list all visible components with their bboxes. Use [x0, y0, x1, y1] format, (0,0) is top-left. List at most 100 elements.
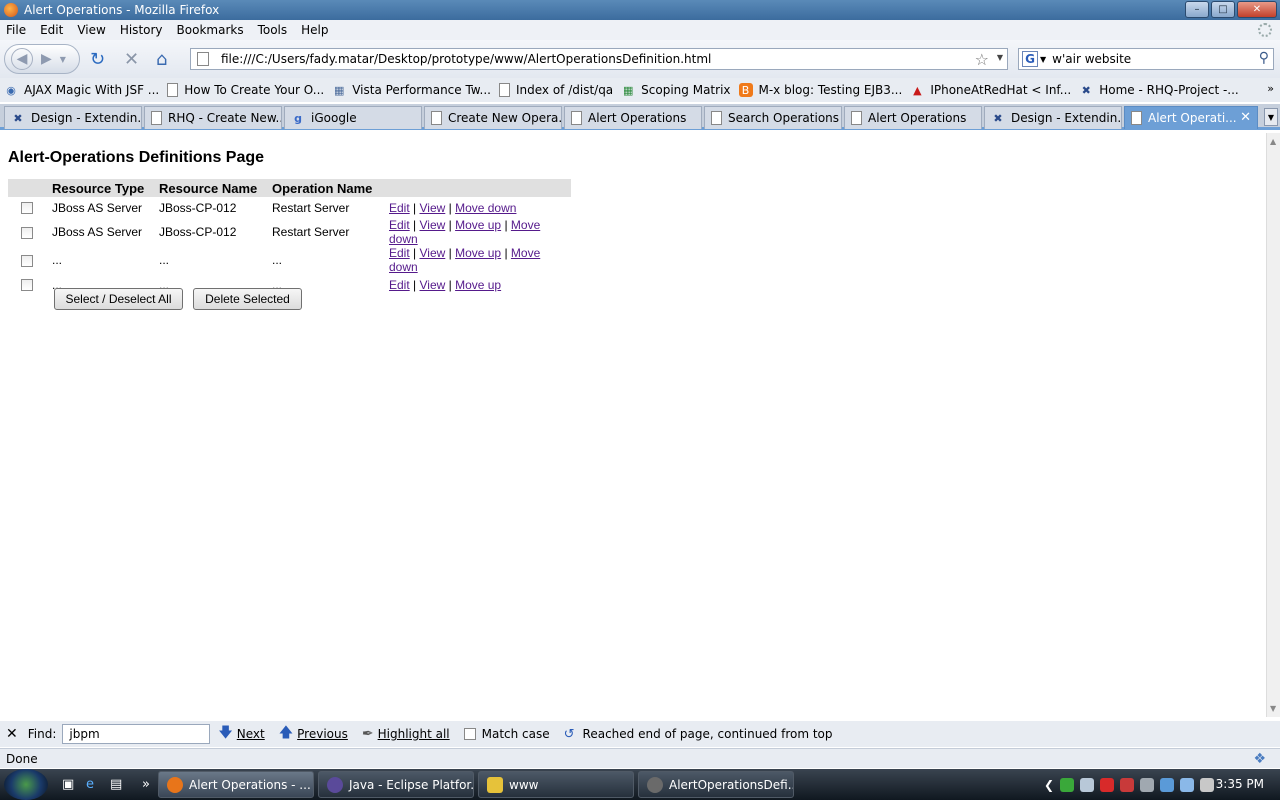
taskbar-item-firefox[interactable]: Alert Operations - ... [158, 771, 314, 798]
tray-app-icon[interactable] [1100, 777, 1115, 792]
row-checkbox[interactable] [21, 202, 33, 215]
page-icon [167, 83, 179, 97]
scroll-up-icon[interactable]: ▲ [1270, 137, 1276, 146]
tray-security-icon[interactable] [1120, 777, 1135, 792]
bookmark-item[interactable]: ▦ Scoping Matrix [621, 83, 731, 97]
menu-view[interactable]: View [77, 23, 105, 37]
menu-history[interactable]: History [120, 23, 163, 37]
vertical-scrollbar[interactable]: ▲ ▼ [1266, 133, 1280, 717]
edit-link[interactable]: Edit [389, 246, 410, 260]
taskbar-item-eclipse[interactable]: Java - Eclipse Platfor... [318, 771, 474, 798]
url-dropdown-icon[interactable]: ▼ [997, 53, 1003, 62]
scroll-down-icon[interactable]: ▼ [1270, 704, 1276, 713]
move-down-link[interactable]: Move down [455, 201, 516, 215]
find-input[interactable]: jbpm [62, 724, 211, 744]
status-bar: Done ❖ [0, 748, 1280, 768]
history-dropdown-icon[interactable]: ▼ [60, 55, 66, 64]
internet-explorer-icon[interactable]: e [86, 777, 94, 792]
view-link[interactable]: View [419, 218, 445, 232]
menu-tools[interactable]: Tools [258, 23, 288, 37]
reload-button[interactable]: ↻ [90, 49, 105, 70]
switch-windows-icon[interactable]: ▤ [110, 777, 122, 792]
tab-list-dropdown-icon[interactable]: ▼ [1264, 108, 1278, 126]
tray-device-icon[interactable] [1140, 777, 1155, 792]
tab-design-extending[interactable]: ✖ Design - Extendin... [984, 106, 1122, 129]
tray-volume-icon[interactable] [1200, 777, 1215, 792]
taskbar-item-explorer-www[interactable]: www [478, 771, 634, 798]
tab-alert-operations[interactable]: Alert Operations [564, 106, 702, 129]
search-input[interactable]: w'air website [1052, 52, 1131, 66]
row-checkbox[interactable] [21, 279, 33, 292]
google-search-engine-icon[interactable]: G [1022, 51, 1038, 67]
match-case-checkbox[interactable]: Match case [463, 727, 550, 741]
quick-launch-more-icon[interactable]: » [142, 777, 150, 792]
bookmark-item[interactable]: ✖ Home - RHQ-Project -... [1079, 83, 1239, 97]
move-up-link[interactable]: Move up [455, 246, 501, 260]
tab-alert-operations-active[interactable]: Alert Operati... ✕ [1124, 106, 1258, 129]
view-link[interactable]: View [419, 201, 445, 215]
search-engine-dropdown-icon[interactable]: ▼ [1040, 55, 1046, 64]
minimize-button[interactable]: – [1185, 1, 1209, 18]
find-next-button[interactable]: 🡇 Next [218, 722, 264, 746]
tab-search-operations[interactable]: Search Operations [704, 106, 842, 129]
find-status: ↺ Reached end of page, continued from to… [563, 726, 833, 742]
stop-button[interactable]: ✕ [124, 49, 139, 70]
tray-messenger-icon[interactable] [1060, 777, 1075, 792]
menu-edit[interactable]: Edit [40, 23, 63, 37]
tab-igoogle[interactable]: g iGoogle [284, 106, 422, 129]
start-button[interactable] [4, 769, 48, 800]
close-findbar-icon[interactable]: ✕ [6, 726, 18, 742]
back-button[interactable]: ◀ [11, 48, 33, 70]
arrow-down-icon: 🡇 [218, 725, 233, 741]
tray-wifi-icon[interactable] [1180, 777, 1195, 792]
tab-alert-operations[interactable]: Alert Operations [844, 106, 982, 129]
row-checkbox[interactable] [21, 254, 33, 267]
delete-selected-button[interactable]: Delete Selected [193, 288, 302, 310]
move-up-link[interactable]: Move up [455, 278, 501, 292]
bookmark-item[interactable]: Index of /dist/qa [498, 83, 613, 97]
tab-design-extending[interactable]: ✖ Design - Extendin... [4, 106, 142, 129]
select-deselect-all-button[interactable]: Select / Deselect All [54, 288, 183, 310]
edit-link[interactable]: Edit [389, 218, 410, 232]
edit-link[interactable]: Edit [389, 278, 410, 292]
search-magnifier-icon[interactable]: ⚲ [1259, 50, 1269, 66]
menu-file[interactable]: File [6, 23, 26, 37]
more-bookmarks-icon[interactable]: » [1267, 82, 1274, 95]
close-tab-icon[interactable]: ✕ [1240, 110, 1251, 125]
bookmark-star-icon[interactable]: ☆ [975, 50, 989, 69]
confluence-icon: ✖ [1081, 83, 1091, 97]
maximize-button[interactable]: □ [1211, 1, 1235, 18]
bookmark-item[interactable]: ▲ IPhoneAtRedHat < Inf... [910, 83, 1071, 97]
address-bar[interactable]: file:///C:/Users/fady.matar/Desktop/prot… [190, 48, 1008, 70]
highlight-all-button[interactable]: ✒ Highlight all [362, 726, 450, 742]
bookmark-item[interactable]: How To Create Your O... [167, 83, 324, 97]
cell-resource-type: JBoss AS Server [52, 225, 143, 239]
tray-expand-icon[interactable]: ❮ [1044, 778, 1054, 792]
taskbar-clock[interactable]: 3:35 PM [1216, 777, 1264, 791]
view-link[interactable]: View [419, 278, 445, 292]
move-up-link[interactable]: Move up [455, 218, 501, 232]
bookmark-item[interactable]: ▦ Vista Performance Tw... [332, 83, 491, 97]
show-desktop-icon[interactable]: ▣ [62, 777, 74, 792]
close-window-button[interactable]: ✕ [1237, 1, 1277, 18]
row-checkbox[interactable] [21, 226, 33, 239]
tray-display-icon[interactable] [1160, 777, 1175, 792]
edit-link[interactable]: Edit [389, 201, 410, 215]
taskbar-item-editor[interactable]: AlertOperationsDefi... [638, 771, 794, 798]
view-link[interactable]: View [419, 246, 445, 260]
home-button[interactable]: ⌂ [156, 49, 167, 70]
actions-column-header [383, 179, 571, 197]
menu-bookmarks[interactable]: Bookmarks [177, 23, 244, 37]
tab-create-new-operation[interactable]: Create New Opera... [424, 106, 562, 129]
search-box[interactable]: G ▼ w'air website ⚲ [1018, 48, 1274, 70]
menu-help[interactable]: Help [301, 23, 328, 37]
operations-table: Resource Type Resource Name Operation Na… [8, 179, 571, 295]
tray-network-icon[interactable] [1080, 777, 1095, 792]
status-text: Done [6, 751, 38, 766]
forward-button[interactable]: ▶ [41, 51, 52, 67]
page-icon [151, 111, 162, 125]
bookmark-item[interactable]: B M-x blog: Testing EJB3... [738, 83, 902, 97]
tab-rhq-create-new[interactable]: RHQ - Create New... [144, 106, 282, 129]
find-previous-button[interactable]: 🡅 Previous [279, 722, 348, 746]
bookmark-item[interactable]: ◉ AJAX Magic With JSF ... [4, 83, 159, 97]
